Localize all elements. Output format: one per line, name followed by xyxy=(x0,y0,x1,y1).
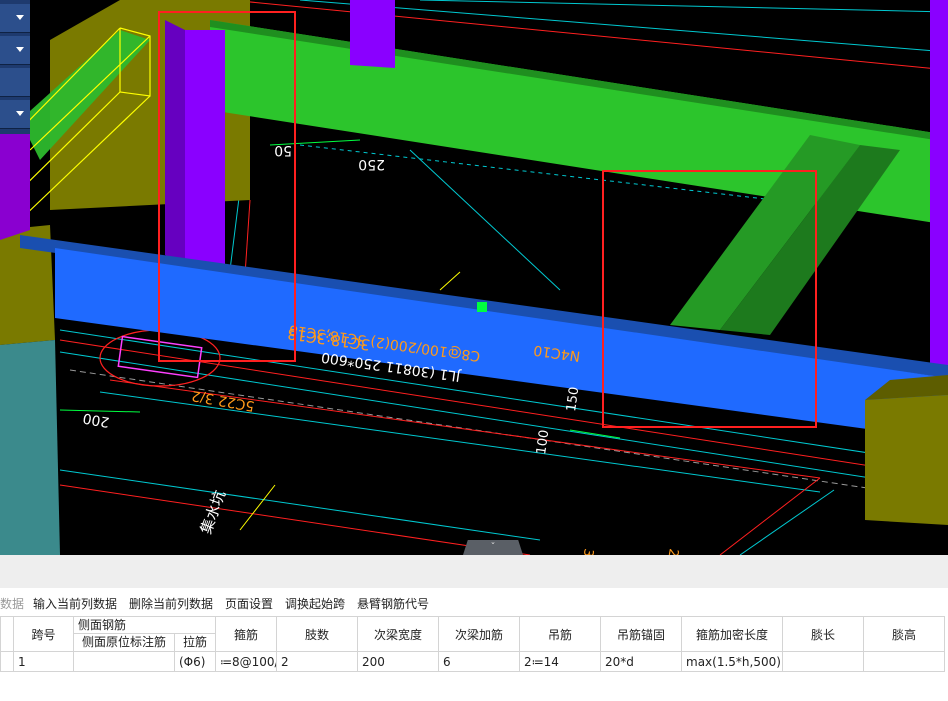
model-canvas[interactable]: 50 250 3C18;3C18 N4C10 C8@100/200(2) 3C1… xyxy=(0,0,948,555)
toolbar-item-delete-column[interactable]: 删除当前列数据 xyxy=(129,595,213,612)
toolbar-dropdown-4[interactable] xyxy=(0,100,30,129)
header-haunch-height: 腅高 xyxy=(864,616,945,652)
cell-tie[interactable]: (Φ6) xyxy=(175,652,216,672)
header-densify-length: 箍筋加密长度 xyxy=(682,616,783,652)
toolbar-item-page-settings[interactable]: 页面设置 xyxy=(225,595,273,612)
header-secondary-width: 次梁宽度 xyxy=(358,616,439,652)
header-legs: 肢数 xyxy=(277,616,358,652)
toolbar-item-swap-start-span[interactable]: 调换起始跨 xyxy=(285,595,345,612)
header-stirrup: 箍筋 xyxy=(216,616,277,652)
selection-grip[interactable] xyxy=(477,302,487,312)
panel-collapse-button[interactable]: ˇ xyxy=(463,540,523,555)
cell-legs[interactable]: 2 xyxy=(277,652,358,672)
chevron-down-icon xyxy=(16,47,24,52)
toolbar-item-input-column[interactable]: 输入当前列数据 xyxy=(33,595,117,612)
purple-column-right xyxy=(930,0,948,385)
toolbar-item-cantilever-code[interactable]: 悬臂钢筋代号 xyxy=(357,595,429,612)
dim-label-200: 200 xyxy=(82,409,111,429)
yellow-column-right xyxy=(865,395,948,525)
cell-hanger-anchor[interactable]: 20*d xyxy=(601,652,682,672)
header-haunch-length: 腅长 xyxy=(783,616,864,652)
header-tie: 拉筋 xyxy=(175,634,216,652)
dim-label-50: 50 xyxy=(274,142,292,158)
toolbar-button-3[interactable] xyxy=(0,68,30,97)
toolbar-item-data[interactable]: 数据 xyxy=(0,595,24,612)
row-index-cell[interactable] xyxy=(0,652,14,672)
side-label-2: 2 xyxy=(665,547,681,555)
side-label-300: 300 xyxy=(577,547,596,555)
cell-densify-length[interactable]: max(1.5*h,500) xyxy=(682,652,783,672)
chevron-down-icon xyxy=(16,111,24,116)
chevron-down-icon xyxy=(16,15,24,20)
bottom-rebar-label: 5C22 3/2 xyxy=(190,387,255,414)
cell-haunch-height[interactable] xyxy=(864,652,945,672)
cell-haunch-length[interactable] xyxy=(783,652,864,672)
toolbar-dropdown-2[interactable] xyxy=(0,36,30,65)
rebar-input-table: 跨号 侧面钢筋 侧面原位标注筋 拉筋 箍筋 肢数 次梁宽度 次梁加筋 吊筋 吊筋… xyxy=(0,616,948,672)
teal-column-left xyxy=(0,340,60,555)
left-toolbar xyxy=(0,0,30,134)
3d-model-viewport[interactable]: 50 250 3C18;3C18 N4C10 C8@100/200(2) 3C1… xyxy=(0,0,948,555)
blue-beam-main xyxy=(55,248,948,440)
cell-secondary-add[interactable]: 6 xyxy=(439,652,520,672)
cell-secondary-width[interactable]: 200 xyxy=(358,652,439,672)
purple-column-top xyxy=(350,0,395,68)
header-secondary-add: 次梁加筋 xyxy=(439,616,520,652)
cell-stirrup[interactable]: ≔8@100/ xyxy=(216,652,277,672)
header-hanger-anchor: 吊筋锚固 xyxy=(601,616,682,652)
cell-side-original[interactable] xyxy=(74,652,175,672)
header-span: 跨号 xyxy=(14,616,74,652)
header-hanger: 吊筋 xyxy=(520,616,601,652)
header-side-rebar-group: 侧面钢筋 xyxy=(74,616,216,634)
dim-label-250: 250 xyxy=(358,156,385,172)
row-index-header xyxy=(0,616,14,652)
cell-span[interactable]: 1 xyxy=(14,652,74,672)
purple-column-middle xyxy=(185,30,225,270)
cell-hanger[interactable]: 2≔14 xyxy=(520,652,601,672)
header-side-original: 侧面原位标注筋 xyxy=(74,634,175,652)
toolbar-dropdown-1[interactable] xyxy=(0,4,30,33)
chevron-down-icon: ˇ xyxy=(490,542,496,553)
dim-label-100: 100 xyxy=(534,429,552,456)
rebar-table-toolbar: 数据 输入当前列数据 删除当前列数据 页面设置 调换起始跨 悬臂钢筋代号 xyxy=(0,588,948,616)
panel-header-band xyxy=(0,555,948,588)
pit-label: 集水坑 xyxy=(197,488,229,536)
